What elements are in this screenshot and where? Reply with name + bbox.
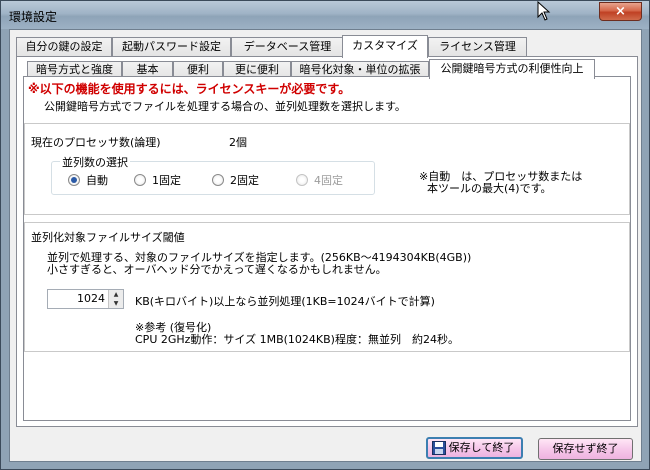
radio-fixed-2[interactable] bbox=[212, 174, 224, 186]
radio-auto-label[interactable]: 自動 bbox=[86, 172, 108, 188]
parallel-count-title: 並列数の選択 bbox=[60, 154, 130, 170]
panel-description: 公開鍵暗号方式でファイルを処理する場合の、並列処理数を選択します。 bbox=[44, 100, 406, 113]
stepper-up-icon[interactable]: ▲ bbox=[109, 290, 123, 299]
threshold-title: 並列化対象ファイルサイズ閾値 bbox=[31, 231, 185, 244]
window-title: 環境設定 bbox=[9, 10, 58, 24]
radio-fixed-2-label[interactable]: 2固定 bbox=[230, 172, 259, 188]
tab-license-management[interactable]: ライセンス管理 bbox=[428, 37, 527, 57]
threshold-size-value[interactable]: 1024 bbox=[77, 292, 105, 305]
auto-note-line2: 本ツールの最大(4)です。 bbox=[427, 182, 552, 195]
parallel-count-group: 並列数の選択 自動 1固定 2固定 4固定 bbox=[51, 154, 375, 195]
processor-group: 現在のプロセッサ数(論理) 2個 並列数の選択 自動 1固定 2固定 4固定 ※… bbox=[24, 123, 630, 215]
dialog-client-area: 自分の鍵の設定 起動パスワード設定 データベース管理 カスタマイズ ライセンス管… bbox=[9, 29, 642, 462]
radio-fixed-1-label[interactable]: 1固定 bbox=[152, 172, 181, 188]
radio-fixed-1[interactable] bbox=[134, 174, 146, 186]
mouse-cursor-icon bbox=[537, 1, 551, 21]
threshold-desc-line2: 小さすぎると、オーバヘッド分でかえって遅くなるかもしれません。 bbox=[47, 263, 387, 276]
radio-auto[interactable] bbox=[68, 174, 80, 186]
tab-my-key-settings[interactable]: 自分の鍵の設定 bbox=[16, 37, 112, 57]
stepper-buttons[interactable]: ▲ ▼ bbox=[108, 290, 123, 308]
exit-without-saving-button[interactable]: 保存せず終了 bbox=[538, 438, 633, 460]
public-key-convenience-panel: ※以下の機能を使用するには、ライセンスキーが必要です。 公開鍵暗号方式でファイル… bbox=[23, 76, 631, 421]
threshold-size-stepper[interactable]: 1024 ▲ ▼ bbox=[47, 289, 124, 309]
tab-customize[interactable]: カスタマイズ bbox=[342, 35, 428, 58]
radio-fixed-4 bbox=[296, 174, 308, 186]
license-warning: ※以下の機能を使用するには、ライセンスキーが必要です。 bbox=[28, 82, 351, 96]
processor-count-value: 2個 bbox=[229, 136, 247, 149]
close-button[interactable]: × bbox=[599, 2, 642, 21]
tab-database-management[interactable]: データベース管理 bbox=[231, 37, 344, 57]
save-and-exit-button[interactable]: 保存して終了 bbox=[426, 437, 523, 459]
processor-count-label: 現在のプロセッサ数(論理) bbox=[31, 136, 161, 149]
stepper-down-icon[interactable]: ▼ bbox=[109, 299, 123, 308]
save-and-exit-label: 保存して終了 bbox=[448, 441, 515, 454]
radio-fixed-4-label: 4固定 bbox=[314, 174, 343, 187]
settings-window: 環境設定 × 自分の鍵の設定 起動パスワード設定 データベース管理 カスタマイズ… bbox=[0, 0, 650, 470]
threshold-unit-text: KB(キロバイト)以上なら並列処理(1KB=1024バイトで計算) bbox=[135, 295, 435, 308]
reference-text: CPU 2GHz動作：サイズ 1MB(1024KB)程度：無並列 約24秒。 bbox=[135, 333, 459, 346]
customize-panel: 暗号方式と強度 基本 便利 更に便利 暗号化対象・単位の拡張 公開鍵暗号方式の利… bbox=[16, 56, 638, 427]
title-bar[interactable]: 環境設定 × bbox=[1, 1, 649, 29]
tab-startup-password[interactable]: 起動パスワード設定 bbox=[112, 37, 231, 57]
save-floppy-icon bbox=[432, 441, 446, 455]
tab-public-key-convenience[interactable]: 公開鍵暗号方式の利便性向上 bbox=[429, 59, 595, 79]
threshold-group: 並列化対象ファイルサイズ閾値 並列で処理する、対象のファイルサイズを指定します。… bbox=[24, 222, 630, 352]
